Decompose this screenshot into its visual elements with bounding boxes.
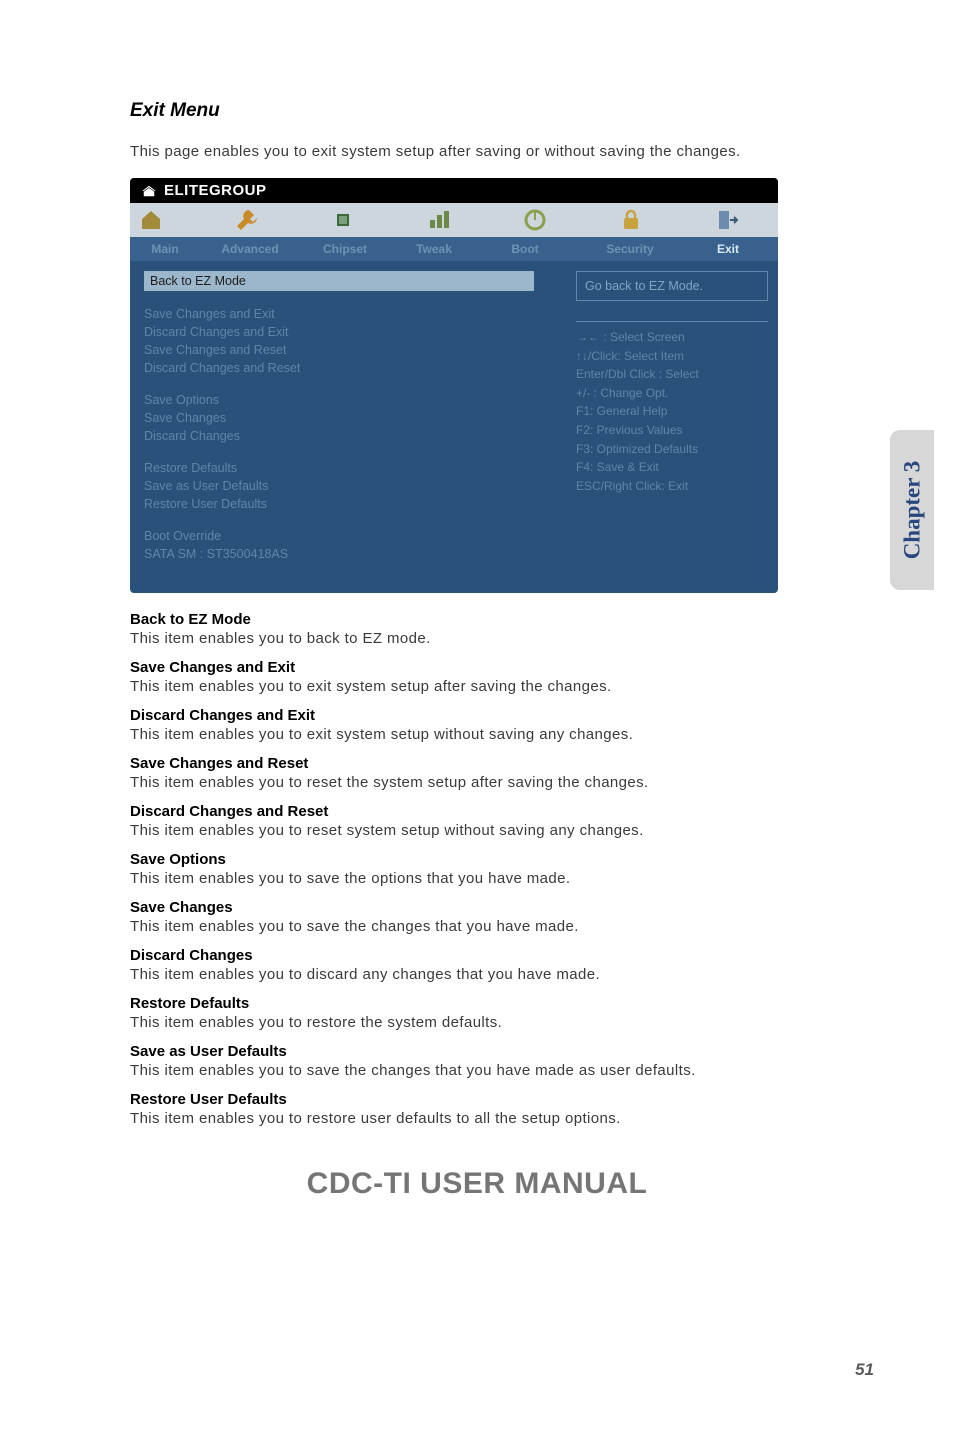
bios-help-line: F4: Save & Exit [576,458,768,477]
section-body: This item enables you to save the change… [130,1062,824,1079]
ecs-logo-icon [140,184,158,198]
bios-menu-item[interactable]: Restore Defaults [144,459,554,477]
page-intro: This page enables you to exit system set… [130,140,824,164]
power-icon [522,207,548,233]
section-body: This item enables you to exit system set… [130,726,824,743]
tab-chipset[interactable]: Chipset [300,237,390,261]
bios-menu-item[interactable]: Save Changes [144,409,554,427]
bios-menu-item[interactable]: Save Changes and Exit [144,305,554,323]
section-heading: Save Options [130,851,824,868]
section-body: This item enables you to restore user de… [130,1110,824,1127]
page-title: Exit Menu [130,100,824,122]
bios-menu-item[interactable]: Save Options [144,391,554,409]
tab-advanced[interactable]: Advanced [200,237,300,261]
tweak-icon [426,207,452,233]
bios-help-line: F1: General Help [576,402,768,421]
bios-screenshot: ELITEGROUP [130,178,778,593]
bios-help-line: Enter/Dbl Click : Select [576,365,768,384]
bios-brand-bar: ELITEGROUP [130,178,778,203]
bios-menu-item[interactable]: Discard Changes [144,427,554,445]
manual-footer-title: CDC-TI USER MANUAL [130,1167,824,1201]
bios-help-line: F2: Previous Values [576,421,768,440]
bios-menu-item[interactable]: Discard Changes and Exit [144,323,554,341]
chapter-side-tab: Chapter 3 [890,430,934,590]
section-heading: Restore User Defaults [130,1091,824,1108]
bios-right-panel: Go back to EZ Mode. →← : Select Screen ↑… [568,261,778,593]
bios-hint-box: Go back to EZ Mode. [576,271,768,301]
section-body: This item enables you to exit system set… [130,678,824,695]
bios-group-4: Boot Override SATA SM : ST3500418AS [144,527,554,563]
bios-menu-item[interactable]: Discard Changes and Reset [144,359,554,377]
section-heading: Save Changes and Reset [130,755,824,772]
bios-body: Back to EZ Mode Save Changes and Exit Di… [130,261,778,593]
bios-menu-item[interactable]: Boot Override [144,527,554,545]
bios-help-line: +/- : Change Opt. [576,384,768,403]
bios-help-line: →← : Select Screen [576,328,768,347]
section-body: This item enables you to discard any cha… [130,966,824,983]
exit-door-icon [714,207,740,233]
tab-tweak[interactable]: Tweak [390,237,478,261]
bios-menu-item[interactable]: SATA SM : ST3500418AS [144,545,554,563]
bios-tab-row: Main Advanced Chipset Tweak Boot Securit… [130,237,778,261]
tab-main[interactable]: Main [130,237,200,261]
bios-help-box: →← : Select Screen ↑↓/Click: Select Item… [576,321,768,495]
chip-icon [330,207,356,233]
section: Back to EZ Mode This item enables you to… [130,611,824,1127]
bios-group-3: Restore Defaults Save as User Defaults R… [144,459,554,513]
tab-security[interactable]: Security [572,237,688,261]
bios-group-2: Save Options Save Changes Discard Change… [144,391,554,445]
section-heading: Discard Changes [130,947,824,964]
tab-boot[interactable]: Boot [478,237,572,261]
page-number: 51 [855,1360,874,1380]
section-heading: Restore Defaults [130,995,824,1012]
bios-left-panel: Back to EZ Mode Save Changes and Exit Di… [130,261,568,593]
chapter-side-label: Chapter 3 [899,461,925,560]
bios-menu-item[interactable]: Save Changes and Reset [144,341,554,359]
section-body: This item enables you to save the option… [130,870,824,887]
wrench-icon [234,207,260,233]
lock-icon [618,207,644,233]
bios-help-line: ↑↓/Click: Select Item [576,347,768,366]
bios-brand-text: ELITEGROUP [164,182,267,199]
home-icon [138,207,164,233]
bios-help-line: F3: Optimized Defaults [576,440,768,459]
bios-menu-item[interactable]: Restore User Defaults [144,495,554,513]
section-body: This item enables you to reset system se… [130,822,824,839]
section-body: This item enables you to restore the sys… [130,1014,824,1031]
bios-group-1: Save Changes and Exit Discard Changes an… [144,305,554,377]
tab-exit[interactable]: Exit [688,237,768,261]
section-heading: Discard Changes and Exit [130,707,824,724]
bios-selected-item[interactable]: Back to EZ Mode [144,271,534,291]
bios-menu-item[interactable]: Save as User Defaults [144,477,554,495]
page-container: Exit Menu This page enables you to exit … [0,0,954,1261]
section-body: This item enables you to back to EZ mode… [130,630,824,647]
section-heading: Save as User Defaults [130,1043,824,1060]
section-heading: Discard Changes and Reset [130,803,824,820]
bios-icon-row [130,203,778,237]
bios-help-line: ESC/Right Click: Exit [576,477,768,496]
section-body: This item enables you to reset the syste… [130,774,824,791]
section-heading: Save Changes [130,899,824,916]
section-body: This item enables you to save the change… [130,918,824,935]
section-heading: Save Changes and Exit [130,659,824,676]
section-heading: Back to EZ Mode [130,611,824,628]
